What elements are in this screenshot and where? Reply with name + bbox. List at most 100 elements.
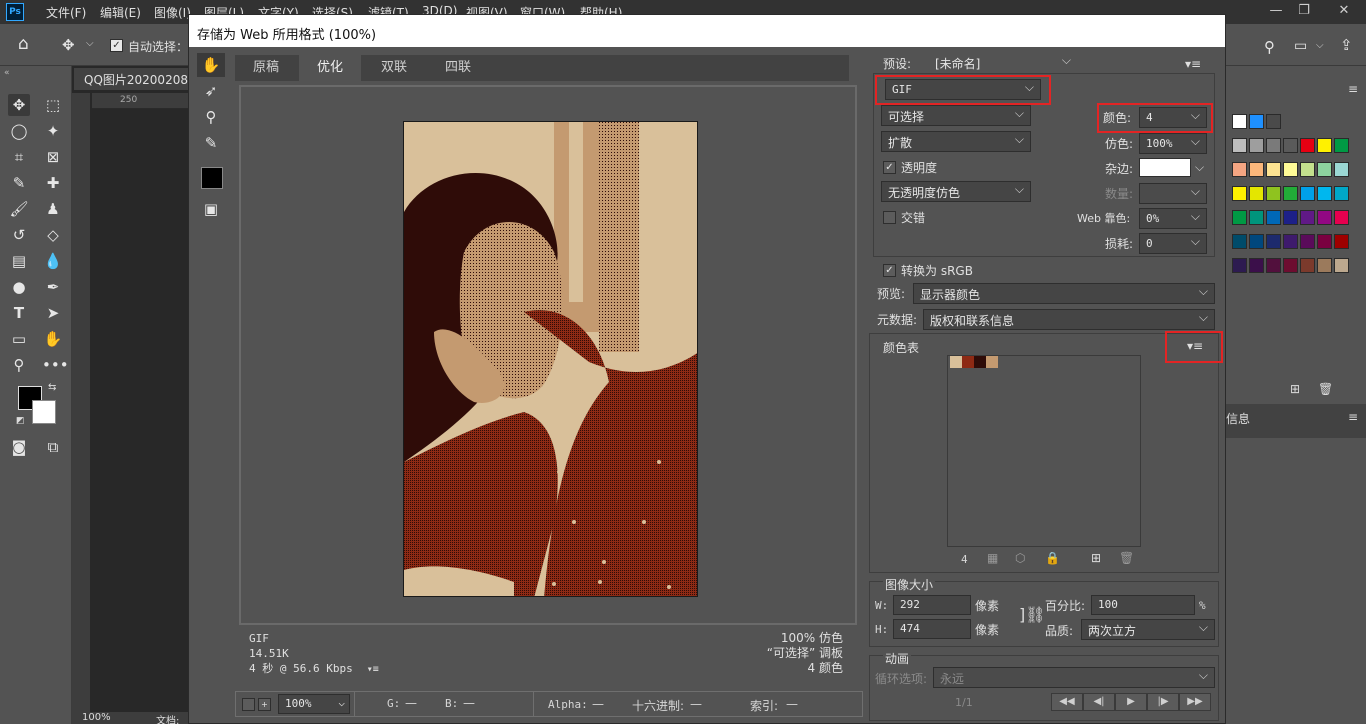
swatch-cell[interactable]	[1249, 186, 1264, 201]
convert-srgb-checkbox[interactable]: ✓	[883, 264, 896, 277]
previous-frame-button[interactable]: ◀|	[1083, 693, 1115, 711]
swatch-cell[interactable]	[1334, 138, 1349, 153]
swatch-cell[interactable]	[1232, 258, 1247, 273]
swatch-cell[interactable]	[1283, 258, 1298, 273]
color-reduction-select[interactable]: 可选择	[881, 105, 1031, 126]
swatch-cell[interactable]	[1266, 162, 1281, 177]
eyedropper-icon[interactable]: ✎	[8, 172, 30, 194]
tab-original[interactable]: 原稿	[235, 55, 297, 81]
auto-select-checkbox[interactable]: ✓	[110, 39, 123, 52]
swatch-cell[interactable]	[1300, 258, 1315, 273]
optimized-image-preview[interactable]	[403, 121, 698, 597]
workspace-icon[interactable]: ▭	[1294, 38, 1307, 54]
swatch-cell[interactable]	[1317, 210, 1332, 225]
background-color[interactable]	[32, 400, 56, 424]
swap-colors-icon[interactable]: ⇆	[48, 382, 56, 393]
swatch-cell[interactable]	[1232, 162, 1247, 177]
home-icon[interactable]: ⌂	[18, 34, 29, 54]
swatch-cell[interactable]	[1300, 234, 1315, 249]
play-button[interactable]: ▶	[1115, 693, 1147, 711]
matte-dither-select[interactable]: 无透明度仿色	[881, 181, 1031, 202]
status-zoom[interactable]: 100%	[82, 712, 111, 723]
swatch-cell[interactable]	[1317, 186, 1332, 201]
swatch-cell[interactable]	[1266, 210, 1281, 225]
move-tool-icon[interactable]: ✥	[8, 94, 30, 116]
swatch-cell[interactable]	[1283, 234, 1298, 249]
swatch-cell[interactable]	[1232, 210, 1247, 225]
swatch-cell[interactable]	[1317, 258, 1332, 273]
loop-options-select[interactable]: 永远	[933, 667, 1215, 688]
preset-select[interactable]: [未命名]	[929, 53, 1077, 74]
swatch-cell[interactable]	[1300, 162, 1315, 177]
lossy-field[interactable]: 0	[1139, 233, 1207, 254]
zoom-tool-icon[interactable]: ⚲	[8, 354, 30, 376]
panel-menu-icon[interactable]: ≡	[1348, 410, 1358, 424]
zoom-tool-icon[interactable]: ⚲	[197, 105, 225, 129]
optimize-menu-icon[interactable]: ▾≡	[1185, 57, 1203, 71]
type-tool-icon[interactable]: T	[8, 302, 30, 324]
color-table-swatch[interactable]	[986, 356, 998, 368]
matte-color-swatch[interactable]	[1139, 158, 1191, 177]
swatch-cell[interactable]	[1266, 234, 1281, 249]
swatch-cell[interactable]	[1300, 210, 1315, 225]
close-icon[interactable]: ✕	[1330, 2, 1358, 20]
toggle-slices-icon[interactable]: ▣	[197, 197, 225, 221]
quick-mask-icon[interactable]: ◙	[8, 436, 30, 458]
swatch-cell[interactable]	[1334, 210, 1349, 225]
swatch-cell[interactable]	[1300, 138, 1315, 153]
marquee-tool-icon[interactable]: ⬚	[42, 94, 64, 116]
more-tools-icon[interactable]: •••	[42, 354, 69, 376]
menu-edit[interactable]: 编辑(E)	[100, 4, 141, 21]
metadata-select[interactable]: 版权和联系信息	[923, 309, 1215, 330]
dither-algorithm-select[interactable]: 扩散	[881, 131, 1031, 152]
swatch-cell[interactable]	[1232, 234, 1247, 249]
eyedropper-color[interactable]	[201, 167, 223, 189]
swatch-cell[interactable]	[1317, 234, 1332, 249]
gradient-tool-icon[interactable]: ▤	[8, 250, 30, 272]
blur-tool-icon[interactable]: 💧	[42, 250, 64, 272]
color-table-menu-icon[interactable]: ▾≡	[1187, 339, 1205, 353]
tab-optimized[interactable]: 优化	[299, 55, 361, 81]
tab-4up[interactable]: 四联	[427, 55, 489, 81]
stamp-tool-icon[interactable]: ♟	[42, 198, 64, 220]
next-frame-button[interactable]: |▶	[1147, 693, 1179, 711]
history-brush-icon[interactable]: ↺	[8, 224, 30, 246]
healing-brush-icon[interactable]: ✚	[42, 172, 64, 194]
rectangle-tool-icon[interactable]: ▭	[8, 328, 30, 350]
brush-tool-icon[interactable]: 🖌	[8, 198, 30, 220]
panel-menu-icon[interactable]: ≡	[1348, 82, 1358, 96]
swatch-cell[interactable]	[1266, 186, 1281, 201]
download-speed-menu-icon[interactable]: ▾≡	[367, 664, 379, 675]
swatch-cell[interactable]	[1232, 114, 1247, 129]
web-snap-field[interactable]: 0%	[1139, 208, 1207, 229]
screen-mode-icon[interactable]: ⧉	[42, 436, 64, 458]
last-frame-button[interactable]: ▶▶	[1179, 693, 1211, 711]
collapse-icon[interactable]: «	[4, 68, 10, 78]
zoom-in-button[interactable]: +	[258, 698, 271, 711]
swatch-cell[interactable]	[1249, 162, 1264, 177]
swatch-cell[interactable]	[1249, 138, 1264, 153]
info-tab[interactable]: 信息	[1226, 410, 1250, 427]
default-colors-icon[interactable]: ◩	[16, 416, 25, 426]
swatch-cell[interactable]	[1249, 258, 1264, 273]
hand-tool-icon[interactable]: ✋	[42, 328, 64, 350]
height-input[interactable]: 474	[893, 619, 971, 639]
width-input[interactable]: 292	[893, 595, 971, 615]
color-table-swatch[interactable]	[974, 356, 986, 368]
crop-tool-icon[interactable]: ⌗	[8, 146, 30, 168]
move-tool-icon[interactable]: ✥	[62, 36, 75, 54]
swatch-cell[interactable]	[1300, 186, 1315, 201]
trash-icon[interactable]: 🗑	[1318, 382, 1333, 396]
path-select-icon[interactable]: ➤	[42, 302, 64, 324]
chevron-down-icon[interactable]: ⌵	[1195, 160, 1204, 175]
swatch-cell[interactable]	[1283, 138, 1298, 153]
magic-wand-icon[interactable]: ✦	[42, 120, 64, 142]
new-swatch-icon[interactable]: ⊞	[1290, 382, 1300, 396]
share-icon[interactable]: ⇪	[1340, 36, 1353, 54]
quality-select[interactable]: 两次立方	[1081, 619, 1215, 640]
swatch-cell[interactable]	[1334, 186, 1349, 201]
swatch-cell[interactable]	[1283, 186, 1298, 201]
eraser-tool-icon[interactable]: ◇	[42, 224, 64, 246]
color-table-swatch[interactable]	[950, 356, 962, 368]
pen-tool-icon[interactable]: ✒	[42, 276, 64, 298]
